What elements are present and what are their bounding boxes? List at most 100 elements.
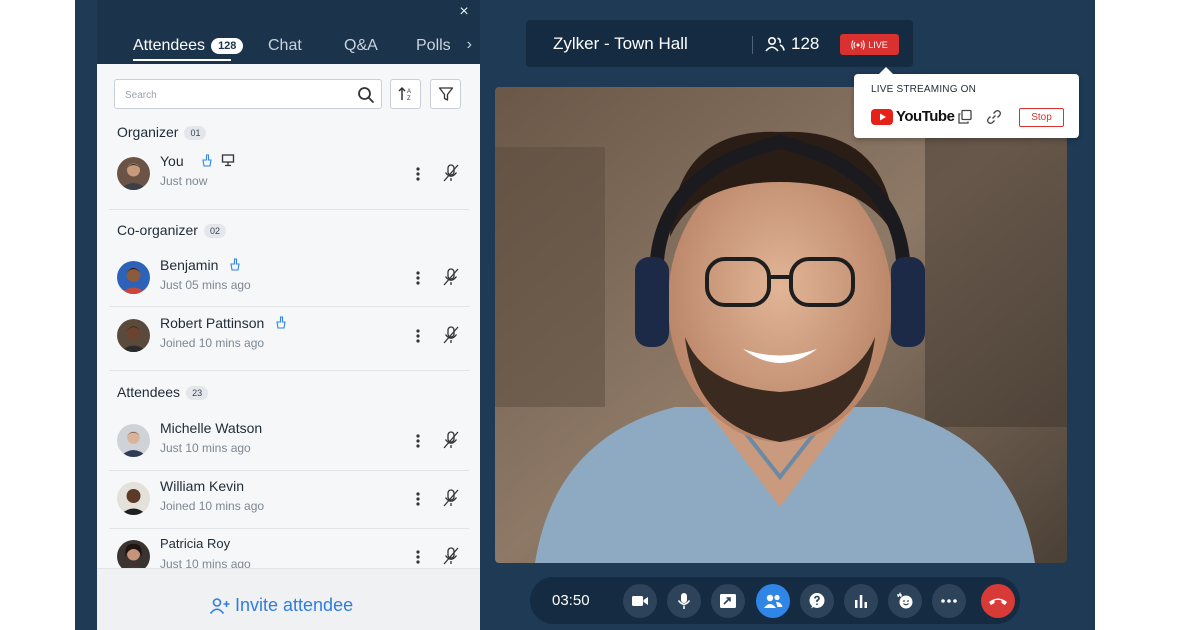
section-co-organizer: Co-organizer 02 (117, 222, 226, 238)
live-streaming-popover: LIVE STREAMING ON YouTube Stop (854, 67, 1079, 138)
section-count-badge: 01 (184, 126, 207, 140)
tab-polls[interactable]: Polls (416, 37, 451, 55)
more-options-icon[interactable] (412, 431, 424, 451)
participants-icon (765, 36, 785, 52)
attendee-row-michelle-watson[interactable]: Michelle Watson Just 10 mins ago (109, 414, 469, 470)
attendee-name: You (160, 153, 235, 169)
reactions-icon (897, 592, 913, 609)
avatar (117, 482, 150, 515)
tab-qa[interactable]: Q&A (344, 37, 378, 55)
divider (109, 209, 469, 210)
tab-attendees[interactable]: Attendees 128 (133, 37, 244, 55)
section-title-label: Organizer (117, 124, 179, 140)
filter-icon (438, 87, 453, 101)
divider (109, 528, 469, 529)
attendee-name: Benjamin (160, 257, 242, 273)
participant-count-value: 128 (791, 34, 820, 53)
host-hand-icon (201, 154, 212, 167)
mic-muted-icon[interactable] (442, 267, 460, 287)
live-streaming-label: LIVE STREAMING ON (871, 84, 977, 95)
youtube-wordmark: YouTube (896, 108, 955, 125)
attendee-name: Robert Pattinson (160, 315, 288, 331)
link-icon[interactable] (986, 109, 1002, 125)
invite-footer: Invite attendee (97, 568, 480, 630)
more-options-icon[interactable] (412, 547, 424, 567)
more-options-icon[interactable] (412, 489, 424, 509)
sort-az-icon: AZ (397, 86, 411, 102)
attendee-row-robert-pattinson[interactable]: Robert Pattinson Joined 10 mins ago (109, 309, 469, 365)
sort-button[interactable]: AZ (390, 79, 421, 109)
svg-text:A: A (407, 89, 411, 95)
search-input[interactable] (123, 86, 357, 104)
search-icon[interactable] (357, 86, 375, 104)
close-sidebar-button[interactable]: × (454, 2, 474, 22)
live-badge[interactable]: LIVE (840, 34, 899, 55)
attendee-name: Michelle Watson (160, 420, 263, 436)
attendee-status: Joined 10 mins ago (160, 336, 265, 350)
active-tab-indicator (133, 59, 231, 61)
participants-button[interactable] (756, 584, 790, 618)
screen-share-button[interactable] (711, 584, 745, 618)
avatar (117, 319, 150, 352)
participants-icon (764, 594, 783, 608)
attendee-status: Just now (160, 174, 208, 188)
meeting-title: Zylker - Town Hall (553, 34, 688, 53)
live-label: LIVE (868, 39, 888, 50)
more-options-icon[interactable] (412, 268, 424, 288)
section-organizer: Organizer 01 (117, 124, 207, 140)
co-host-hand-icon (276, 316, 286, 329)
tab-attendees-label: Attendees (133, 37, 206, 54)
speaker-video-image (495, 87, 1067, 563)
attendee-status: Joined 10 mins ago (160, 499, 265, 513)
meeting-toolbar: 03:50 (530, 577, 1020, 624)
poll-button[interactable] (844, 584, 878, 618)
screen-share-icon (720, 594, 736, 608)
svg-text:Z: Z (407, 96, 411, 102)
main-video-feed (495, 87, 1067, 563)
mic-muted-icon[interactable] (442, 163, 460, 183)
filter-button[interactable] (430, 79, 461, 109)
qa-icon (809, 593, 825, 609)
meeting-timer: 03:50 (552, 592, 590, 609)
attendee-name: Patricia Roy (160, 536, 231, 551)
more-options-icon[interactable] (412, 164, 424, 184)
attendee-count-badge: 128 (211, 38, 244, 54)
attendee-row-benjamin[interactable]: Benjamin Just 05 mins ago (109, 251, 469, 307)
section-title-label: Co-organizer (117, 222, 198, 238)
stop-streaming-button[interactable]: Stop (1019, 108, 1064, 127)
attendee-row-william-kevin[interactable]: William Kevin Joined 10 mins ago (109, 472, 469, 528)
poll-icon (855, 595, 867, 608)
avatar (117, 261, 150, 294)
copy-icon[interactable] (957, 109, 973, 125)
presenter-icon (222, 154, 235, 167)
youtube-icon (871, 108, 893, 125)
attendee-row-you[interactable]: You Just now (109, 147, 469, 203)
avatar (117, 424, 150, 457)
tabs-scroll-right-button[interactable]: › (467, 36, 472, 54)
add-user-icon (209, 597, 230, 614)
divider (109, 470, 469, 471)
qa-button[interactable] (800, 584, 834, 618)
microphone-button[interactable] (667, 584, 701, 618)
camera-button[interactable] (623, 584, 657, 618)
mic-muted-icon[interactable] (442, 430, 460, 450)
microphone-icon (677, 593, 691, 609)
section-count-badge: 23 (186, 386, 209, 400)
meeting-app: × Attendees 128 Chat Q&A Polls › AZ (75, 0, 1095, 630)
invite-attendee-button[interactable]: Invite attendee (209, 595, 353, 616)
avatar (117, 157, 150, 190)
camera-icon (632, 596, 648, 606)
attendee-name: William Kevin (160, 478, 245, 494)
divider (109, 370, 469, 371)
participant-count[interactable]: 128 (765, 34, 819, 54)
tab-chat[interactable]: Chat (268, 37, 302, 55)
mic-muted-icon[interactable] (442, 325, 460, 345)
reactions-button[interactable] (888, 584, 922, 618)
co-host-hand-icon (230, 258, 240, 271)
more-button[interactable] (932, 584, 966, 618)
mic-muted-icon[interactable] (442, 488, 460, 508)
more-options-icon[interactable] (412, 326, 424, 346)
section-title-label: Attendees (117, 384, 181, 400)
mic-muted-icon[interactable] (442, 546, 460, 566)
end-call-button[interactable] (981, 584, 1015, 618)
